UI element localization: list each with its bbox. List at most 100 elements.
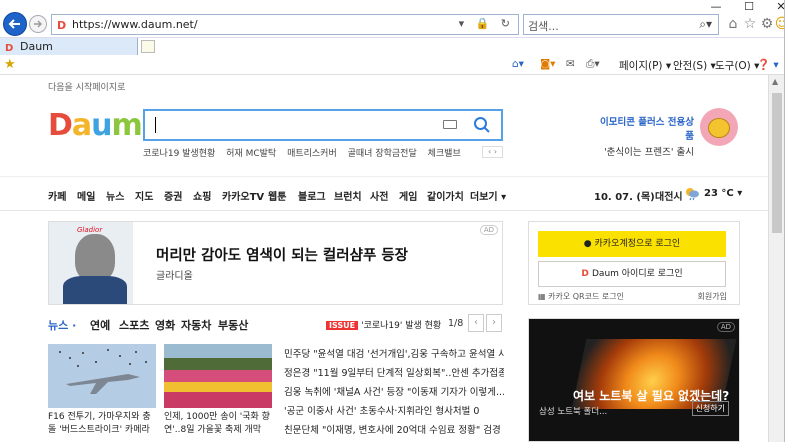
nav-item-more[interactable]: 더보기 ▾	[470, 188, 506, 203]
daum-logo[interactable]: Daum	[48, 108, 143, 143]
laptop-ad-banner[interactable]: 여보 노트북 살 필요 없겠는데? 삼성 노트북 폴더... 신청하기 AD	[528, 318, 740, 442]
main-search-input[interactable]	[143, 109, 503, 141]
nav-item-map[interactable]: 지도	[135, 188, 153, 203]
flower-field-image	[164, 344, 272, 408]
favorites-bar-star-icon[interactable]: ★	[4, 57, 16, 72]
headline-item[interactable]: 민주당 "윤석열 대검 '선거개입',김웅 구속하고 윤석열 사...	[284, 346, 504, 365]
laptop-ad-cta-button[interactable]: 신청하기	[691, 401, 729, 416]
daum-d-icon: D	[581, 269, 592, 279]
nav-item-stocks[interactable]: 증권	[164, 188, 182, 203]
trending-keyword[interactable]: 허재 MC발탁	[226, 149, 276, 159]
qr-icon: ▦	[538, 292, 549, 301]
new-tab-button[interactable]	[141, 40, 155, 53]
daum-login-label: Daum 아이디로 로그인	[592, 269, 683, 279]
headline-item[interactable]: 정은경 "11월 9일부터 단계적 일상회복"..안센 추가접종은...	[284, 365, 504, 384]
ad-headline: 머리만 감아도 염색이 되는 컬러샴푸 등장	[156, 248, 409, 264]
headline-item[interactable]: 친문단체 "이재명, 변호사에 20억대 수임료 정황" 검경 고발	[284, 422, 504, 441]
tab-sports[interactable]: 스포츠	[119, 317, 149, 333]
login-box: ● 카카오계정으로 로그인 D Daum 아이디로 로그인 ▦ 카카오 QR코드…	[528, 221, 740, 305]
address-bar-icons[interactable]: ▾ 🔒 ↻	[459, 17, 514, 30]
scrollbar-thumb[interactable]	[772, 93, 782, 233]
back-button[interactable]	[3, 12, 27, 36]
qr-login-link[interactable]: ▦ 카카오 QR코드 로그인	[538, 291, 624, 302]
tab-entertainment[interactable]: 연예	[90, 317, 110, 333]
trending-keyword[interactable]: 코로나19 발생현황	[143, 149, 215, 159]
chrysanthemum-photo[interactable]	[164, 344, 272, 408]
weather-temperature[interactable]: 23 °C ▾	[704, 188, 742, 199]
nav-item-together[interactable]: 같이가치	[427, 188, 464, 203]
nav-item-webtoon[interactable]: 웹툰	[268, 188, 286, 203]
address-bar[interactable]: D https://www.daum.net/ ▾ 🔒 ↻	[51, 14, 519, 35]
nav-item-news[interactable]: 뉴스	[106, 188, 124, 203]
gear-icon[interactable]: ⚙	[759, 15, 775, 33]
search-placeholder[interactable]: 검색...	[528, 18, 559, 34]
logo-letter: D	[48, 108, 73, 143]
tab-movies[interactable]: 영화	[155, 317, 175, 333]
nav-item-game[interactable]: 게임	[399, 188, 417, 203]
weather-city[interactable]: 대전시	[655, 188, 683, 203]
date-display: 10. 07. (목)	[594, 192, 655, 203]
nav-item-shopping[interactable]: 쇼핑	[193, 188, 211, 203]
browser-search-box[interactable]: 검색... ⌕▾	[523, 14, 719, 35]
nav-item-kakaotv[interactable]: 카카오TV	[222, 188, 264, 203]
trending-keyword[interactable]: 매트리스커버	[287, 149, 337, 159]
help-menu[interactable]: ❓ ▾	[757, 58, 779, 71]
character-face	[708, 118, 730, 138]
kakao-login-button[interactable]: ● 카카오계정으로 로그인	[538, 231, 726, 257]
man-body-shape	[63, 276, 127, 304]
headline-list: 민주당 "윤석열 대검 '선거개입',김웅 구속하고 윤석열 사... 정은경 …	[284, 346, 504, 441]
shampoo-ad-banner[interactable]: Gladior 머리만 감아도 염색이 되는 컬러샴푸 등장 글라디올 AD	[48, 221, 503, 305]
tab-news[interactable]: 뉴스 ·	[48, 317, 76, 333]
set-homepage-link[interactable]: 다음을 시작페이지로	[48, 80, 125, 93]
trending-prev-next[interactable]: ‹ ›	[482, 146, 503, 158]
thumb-caption[interactable]: 인제, 1000만 송이 '국화 향연'..8일 가을꽃 축제 개막	[164, 411, 274, 437]
nav-item-cafe[interactable]: 카페	[48, 188, 66, 203]
mail-icon[interactable]: ✉	[566, 58, 575, 70]
man-head-shape	[75, 234, 115, 282]
page-menu[interactable]: 페이지(P) ▾	[619, 58, 671, 73]
nav-item-blog[interactable]: 블로그	[298, 188, 326, 203]
nav-item-mail[interactable]: 메일	[77, 188, 95, 203]
kakao-login-label: 카카오계정으로 로그인	[594, 239, 681, 249]
signup-link[interactable]: 회원가입	[698, 291, 727, 302]
ad-badge: AD	[479, 225, 498, 235]
promo-subtitle: '춘식이는 프렌즈' 출시	[604, 147, 694, 158]
tab-real-estate[interactable]: 부동산	[218, 317, 248, 333]
next-button[interactable]: ›	[486, 314, 502, 332]
search-icon[interactable]	[473, 116, 491, 134]
arrow-left-icon	[8, 19, 20, 29]
daum-login-button[interactable]: D Daum 아이디로 로그인	[538, 261, 726, 287]
tab-strip: D Daum	[0, 37, 800, 56]
trending-keyword[interactable]: 체크밸브	[428, 149, 461, 159]
print-icon[interactable]: ⎙▾	[586, 58, 600, 71]
home-icon[interactable]: ⌂	[725, 15, 741, 33]
tools-menu[interactable]: 도구(O) ▾	[715, 58, 759, 73]
tab-daum[interactable]: D Daum	[0, 38, 138, 56]
nav-item-dictionary[interactable]: 사전	[370, 188, 388, 203]
issue-ticker[interactable]: ISSUE '코로나19' 발생 현황	[326, 318, 441, 331]
nav-item-brunch[interactable]: 브런치	[334, 188, 362, 203]
svg-text:D: D	[5, 43, 13, 52]
prev-button[interactable]: ‹	[468, 314, 484, 332]
url-text[interactable]: https://www.daum.net/	[72, 18, 198, 31]
favorites-star-icon[interactable]: ☆	[742, 15, 758, 33]
laptop-ad-subtitle: 삼성 노트북 폴더...	[539, 407, 608, 417]
choonsik-emoticon-image[interactable]	[700, 108, 738, 146]
scroll-up-icon[interactable]: ▲	[772, 77, 778, 86]
trending-keyword[interactable]: 골때녀 장학금전달	[348, 149, 417, 159]
emoticon-promo[interactable]: 이모티콘 플러스 전용상품 '춘식이는 프렌즈' 출시	[600, 114, 694, 158]
tab-cars[interactable]: 자동차	[181, 317, 211, 333]
keyboard-icon[interactable]	[443, 120, 457, 129]
headline-item[interactable]: '공군 이중사 사건' 초동수사·지휘라인 형사처벌 0	[284, 403, 504, 422]
thumb-caption[interactable]: F16 전투기, 가마우지와 충돌 '버드스트라이크' 카메라	[48, 411, 158, 437]
rss-feed-icon[interactable]: ◙▾	[540, 58, 555, 70]
home-menu-icon[interactable]: ⌂▾	[512, 58, 524, 70]
safety-menu[interactable]: 안전(S) ▾	[673, 58, 716, 73]
issue-badge: ISSUE	[326, 321, 359, 330]
jet-photo[interactable]	[48, 344, 156, 408]
search-icon[interactable]: ⌕▾	[699, 17, 712, 32]
headline-item[interactable]: 김웅 녹취에 '채널A 사건' 등장 "이동재 기자가 이렇게..."	[284, 384, 504, 403]
vertical-scrollbar[interactable]: ▲	[768, 75, 784, 442]
forward-button[interactable]	[29, 15, 47, 33]
logo-letter: u	[91, 108, 112, 143]
